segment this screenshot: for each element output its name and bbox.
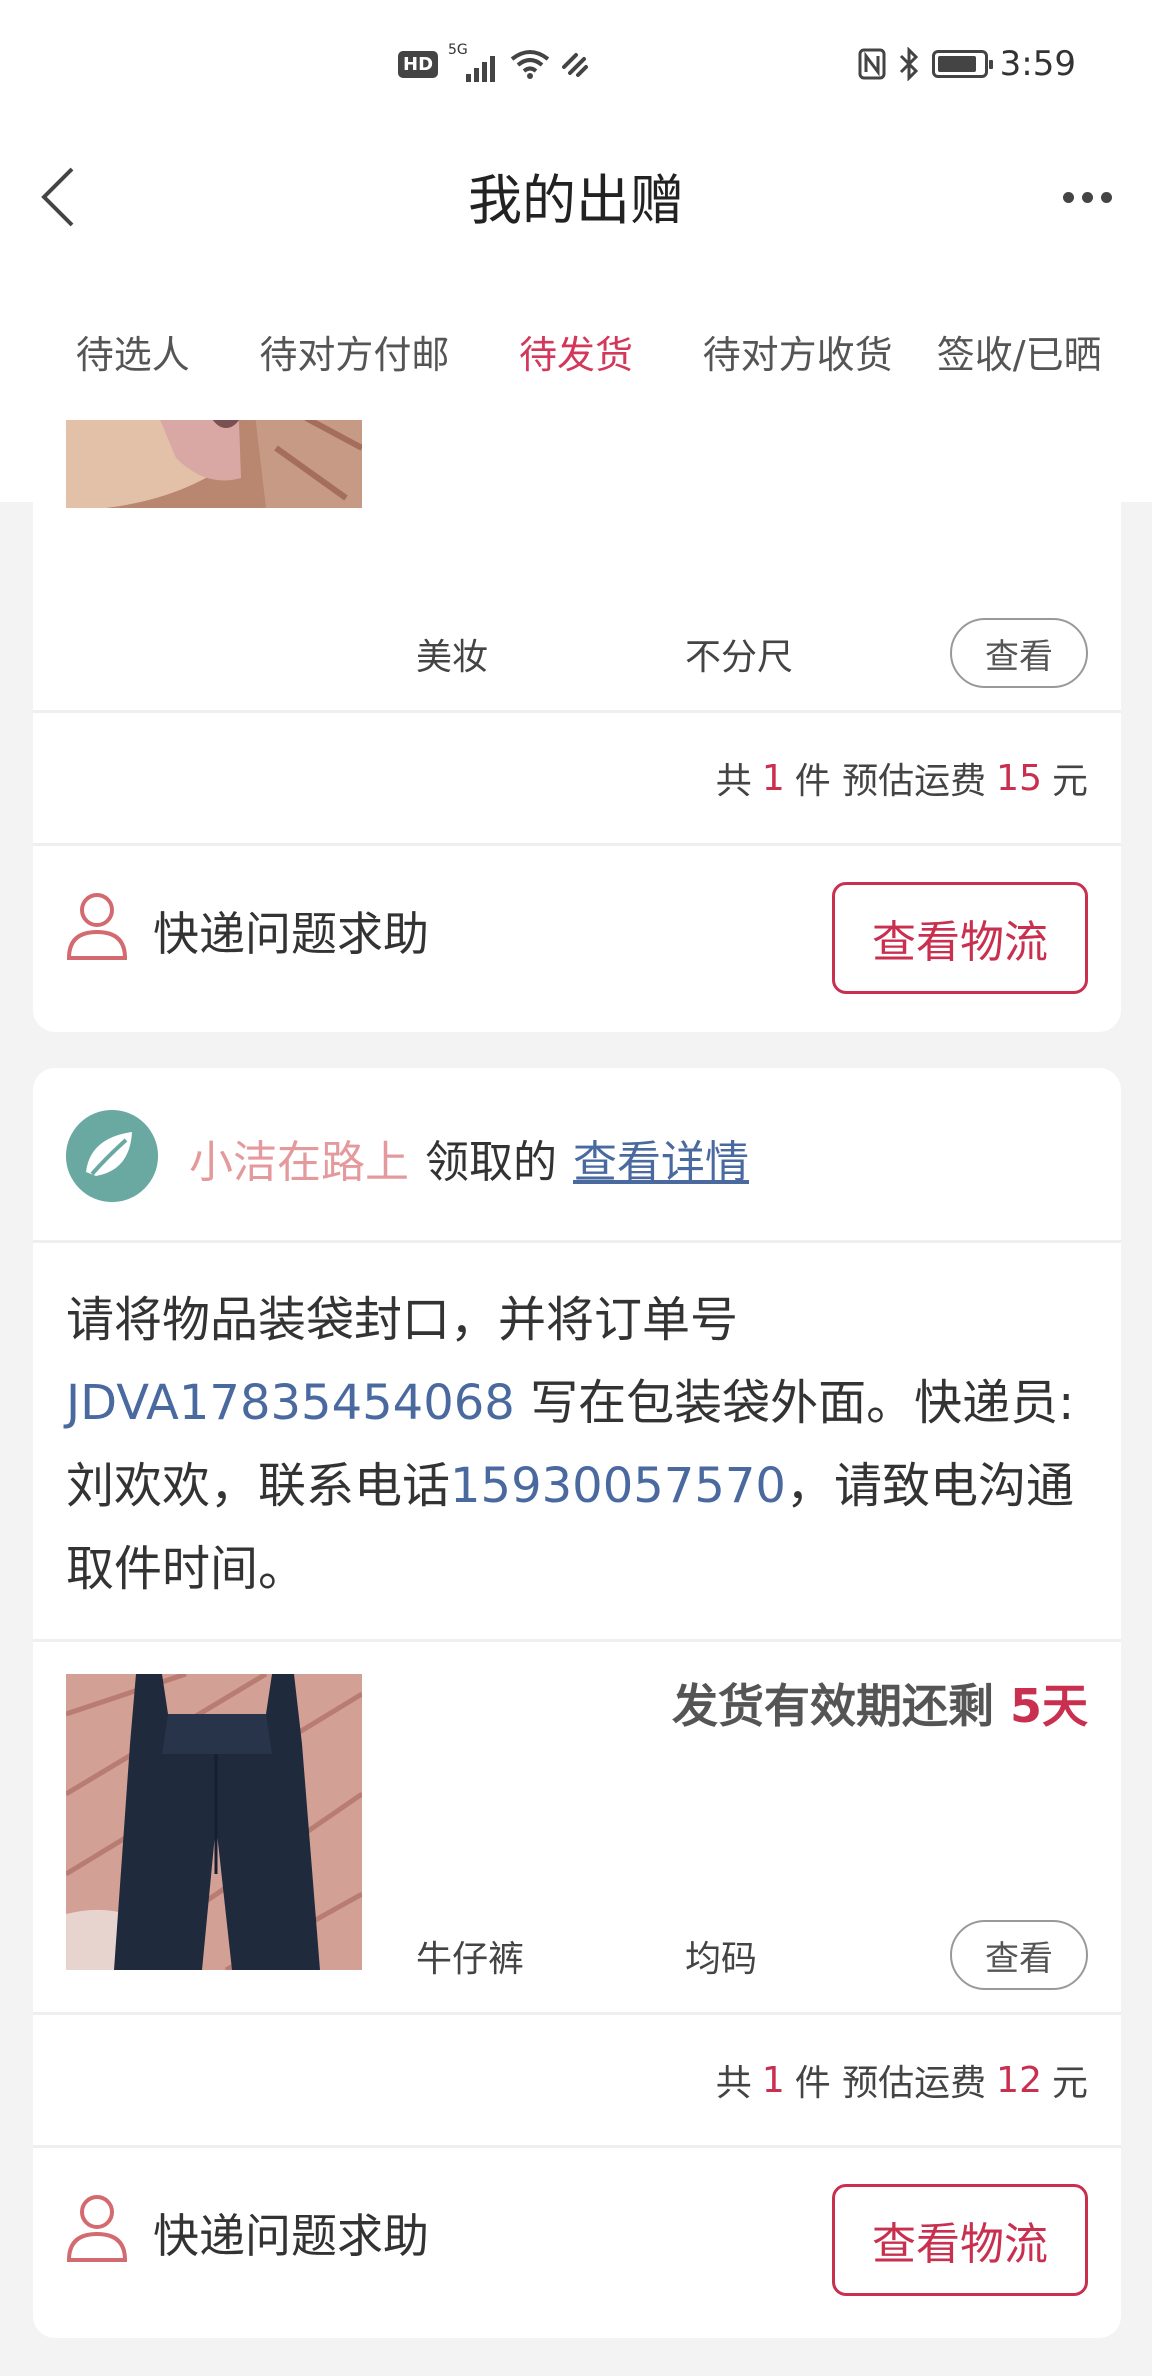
item-size: 不分尺 [685, 637, 794, 678]
item-photo[interactable] [66, 1674, 362, 1970]
item-quantity: 1 [761, 2059, 785, 2101]
item-size: 均码 [685, 1939, 758, 1980]
user-help-icon[interactable] [65, 2192, 129, 2264]
shipping-fee: 15 [996, 757, 1042, 799]
courier-help-link[interactable]: 快递问题求助 [153, 2200, 429, 2266]
leaf-icon [66, 1110, 158, 1202]
status-right: 3:59 [858, 44, 1076, 84]
recipient-name[interactable]: 小洁在路上 [189, 1126, 409, 1190]
user-help-icon[interactable] [65, 890, 129, 962]
item-row: 发货有效期还剩 5天 牛仔裤 均码 查看 [33, 1642, 1121, 2012]
courier-help-link[interactable]: 快递问题求助 [153, 898, 429, 964]
days-remaining: 5天 [1009, 1679, 1088, 1733]
more-button[interactable] [1052, 172, 1122, 222]
donor-line: 小洁在路上 领取的 查看详情 [189, 1126, 749, 1190]
shipping-fee: 12 [996, 2059, 1042, 2101]
signal-icon: 5G [448, 42, 500, 82]
view-details-link[interactable]: 查看详情 [573, 1126, 749, 1190]
shipping-instructions: 请将物品装袋封口，并将订单号 JDVA17835454068 写在包装袋外面。快… [66, 1292, 1075, 1597]
donor-row: 小洁在路上 领取的 查看详情 [33, 1068, 1121, 1240]
item-photo[interactable] [66, 420, 362, 508]
view-button[interactable]: 查看 [950, 618, 1088, 688]
view-logistics-button[interactable]: 查看物流 [832, 2184, 1088, 2296]
page-title: 我的出赠 [468, 169, 684, 232]
item-category: 美妆 [416, 637, 489, 678]
status-time: 3:59 [999, 44, 1076, 84]
bluetooth-icon [899, 47, 918, 81]
action-row: 快递问题求助 查看物流 [33, 846, 1121, 1032]
order-card: 美妆 不分尺 查看 共 1 件 预估运费 15 元 快递问题求助 查看物流 [33, 420, 1121, 1032]
battery-icon [931, 50, 993, 78]
hd-badge: HD [398, 50, 439, 78]
status-bar: HD 5G 3:59 [0, 0, 1152, 132]
nfc-icon [858, 48, 886, 80]
wifi-icon [510, 50, 550, 79]
courier-phone[interactable]: 15930057570 [450, 1458, 786, 1514]
more-dots-icon [1062, 191, 1074, 203]
claimed-label: 领取的 [425, 1137, 557, 1188]
avatar[interactable] [66, 1110, 158, 1202]
shipping-deadline: 发货有效期还剩 5天 [671, 1679, 1088, 1733]
hotspot-icon [562, 53, 589, 77]
item-row: 美妆 不分尺 查看 [33, 420, 1121, 710]
item-quantity: 1 [761, 757, 785, 799]
order-card: 小洁在路上 领取的 查看详情 请将物品装袋封口，并将订单号 JDVA178354… [33, 1068, 1121, 2338]
view-logistics-button[interactable]: 查看物流 [832, 882, 1088, 994]
view-button[interactable]: 查看 [950, 1920, 1088, 1990]
order-summary: 共 1 件 预估运费 12 元 [715, 2059, 1088, 2105]
order-summary: 共 1 件 预估运费 15 元 [715, 757, 1088, 803]
action-row: 快递问题求助 查看物流 [33, 2148, 1121, 2338]
order-number: JDVA17835454068 [66, 1375, 515, 1431]
status-left: HD 5G [398, 42, 590, 82]
item-category: 牛仔裤 [416, 1939, 525, 1980]
